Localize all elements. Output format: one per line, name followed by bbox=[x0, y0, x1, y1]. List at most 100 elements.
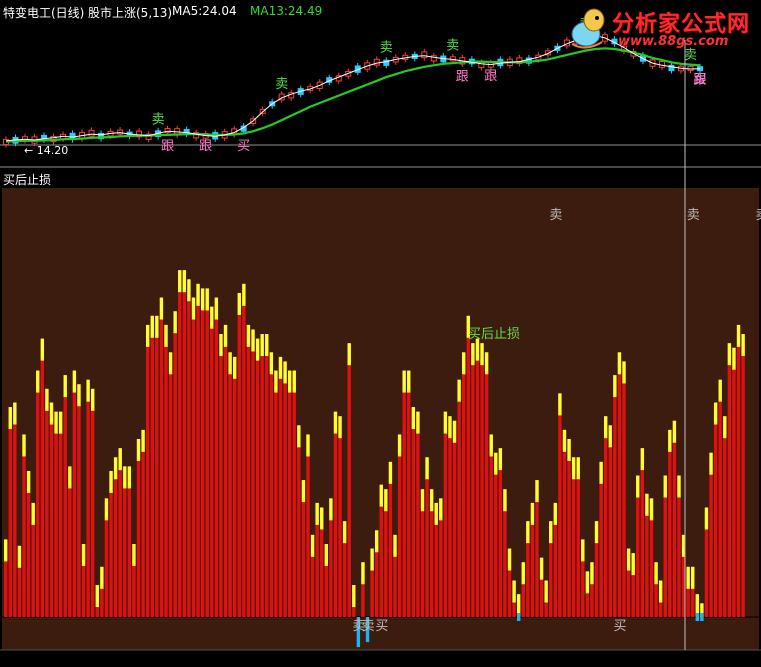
indicator-bar-stub bbox=[695, 613, 699, 621]
indicator-signal-label: 卖 bbox=[362, 619, 375, 634]
indicator-bar-cap bbox=[434, 502, 438, 525]
indicator-bar-cap bbox=[443, 411, 448, 434]
indicator-bar-cap bbox=[585, 571, 590, 594]
indicator-bar bbox=[723, 416, 727, 617]
indicator-bar bbox=[205, 288, 209, 617]
indicator-bar-cap bbox=[274, 370, 278, 393]
indicator-bar-cap bbox=[200, 288, 205, 311]
indicator-bar-cap bbox=[484, 352, 489, 375]
indicator-bar bbox=[141, 429, 145, 617]
indicator-bar-cap bbox=[228, 352, 232, 375]
price-signal-label: 跟 bbox=[199, 139, 212, 154]
indicator-bar-cap bbox=[49, 402, 54, 425]
indicator-bar-cap bbox=[452, 420, 457, 443]
indicator-bar-cap bbox=[617, 352, 622, 375]
indicator-bar-cap bbox=[727, 343, 732, 366]
indicator-bar bbox=[448, 416, 452, 617]
indicator-bar-cap bbox=[439, 498, 443, 521]
indicator-bar bbox=[732, 347, 736, 617]
indicator-bar bbox=[558, 393, 562, 617]
indicator-bar-cap bbox=[251, 329, 255, 352]
indicator-bar bbox=[8, 407, 12, 617]
indicator-bar-cap bbox=[36, 370, 40, 393]
indicator-bar bbox=[599, 461, 603, 617]
indicator-bar-cap bbox=[159, 297, 164, 320]
indicator-bar bbox=[604, 416, 608, 617]
indicator-bar-stub bbox=[700, 613, 704, 621]
indicator-bar bbox=[49, 402, 54, 617]
indicator-bar bbox=[233, 356, 237, 617]
indicator-bar bbox=[425, 457, 429, 617]
indicator-bar-cap bbox=[462, 352, 466, 375]
indicator-bar bbox=[452, 420, 457, 617]
indicator-bar bbox=[306, 434, 310, 617]
indicator-bar-cap bbox=[631, 553, 635, 576]
indicator-bar-cap bbox=[347, 343, 351, 366]
candle-body bbox=[373, 58, 380, 66]
indicator-bar bbox=[397, 434, 402, 617]
indicator-bar bbox=[292, 370, 296, 617]
indicator-bar bbox=[155, 315, 159, 617]
indicator-bar bbox=[402, 370, 406, 617]
indicator-bar bbox=[498, 448, 503, 617]
indicator-bar bbox=[287, 370, 292, 617]
indicator-bar-cap bbox=[658, 580, 663, 603]
indicator-bar-cap bbox=[95, 585, 99, 608]
indicator-bar-cap bbox=[8, 407, 12, 430]
price-signal-label: 跟 bbox=[161, 139, 174, 154]
indicator-bar bbox=[388, 461, 393, 617]
indicator-bar bbox=[72, 370, 77, 617]
indicator-bar-cap bbox=[196, 283, 200, 306]
indicator-bar-cap bbox=[123, 466, 127, 489]
indicator-bar bbox=[173, 311, 177, 617]
indicator-bar bbox=[13, 402, 17, 617]
indicator-bar-cap bbox=[416, 411, 420, 434]
indicator-bar-cap bbox=[22, 434, 26, 457]
price-signal-label: 买 bbox=[237, 139, 250, 154]
low-price-annotation: 14.20 bbox=[36, 144, 69, 157]
indicator-bar-cap bbox=[40, 338, 45, 361]
stock-title: 特变电工(日线) bbox=[3, 6, 85, 20]
indicator-bar-cap bbox=[306, 434, 310, 457]
indicator-bar bbox=[242, 283, 246, 617]
indicator-bar-cap bbox=[402, 370, 406, 393]
indicator-bar bbox=[416, 411, 420, 617]
indicator-bar bbox=[443, 411, 448, 617]
indicator-bar-cap bbox=[594, 521, 599, 544]
indicator-bar bbox=[210, 306, 214, 617]
lower-panel-title: 买后止损 bbox=[3, 173, 52, 187]
indicator-bar-cap bbox=[150, 315, 154, 338]
indicator-bar bbox=[58, 411, 63, 617]
indicator-bar-cap bbox=[68, 466, 72, 489]
indicator-bar bbox=[668, 429, 672, 617]
indicator-bar bbox=[274, 370, 278, 617]
indicator-bar-cap bbox=[164, 324, 168, 347]
indicator-bar-cap bbox=[425, 457, 429, 480]
indicator-bar-cap bbox=[242, 283, 246, 306]
indicator-bar-cap bbox=[173, 311, 177, 334]
ma13-readout: MA13:24.49 bbox=[250, 4, 323, 18]
indicator-bar bbox=[63, 375, 67, 617]
indicator-bar bbox=[191, 297, 196, 617]
indicator-bar bbox=[223, 324, 228, 617]
indicator-bar-cap bbox=[448, 416, 452, 439]
indicator-bar-cap bbox=[695, 594, 699, 617]
indicator-bar-cap bbox=[672, 420, 677, 443]
indicator-bar-cap bbox=[86, 379, 90, 402]
indicator-bar-cap bbox=[636, 475, 640, 498]
indicator-bar bbox=[278, 356, 283, 617]
indicator-bar-cap bbox=[686, 566, 690, 589]
indicator-bar-stub bbox=[516, 613, 521, 621]
indicator-bar-cap bbox=[113, 457, 118, 480]
indicator-bar-cap bbox=[530, 502, 535, 525]
indicator-bar bbox=[457, 379, 461, 617]
indicator-bar-cap bbox=[127, 466, 132, 489]
indicator-bar bbox=[608, 425, 612, 617]
indicator-bar-cap bbox=[237, 292, 241, 315]
indicator-bar-cap bbox=[292, 370, 296, 393]
indicator-bar-cap bbox=[178, 270, 182, 293]
indicator-bar-cap bbox=[539, 557, 544, 580]
indicator-bar-cap bbox=[576, 457, 580, 480]
indicator-bar bbox=[196, 283, 200, 617]
indicator-bar bbox=[562, 429, 567, 617]
